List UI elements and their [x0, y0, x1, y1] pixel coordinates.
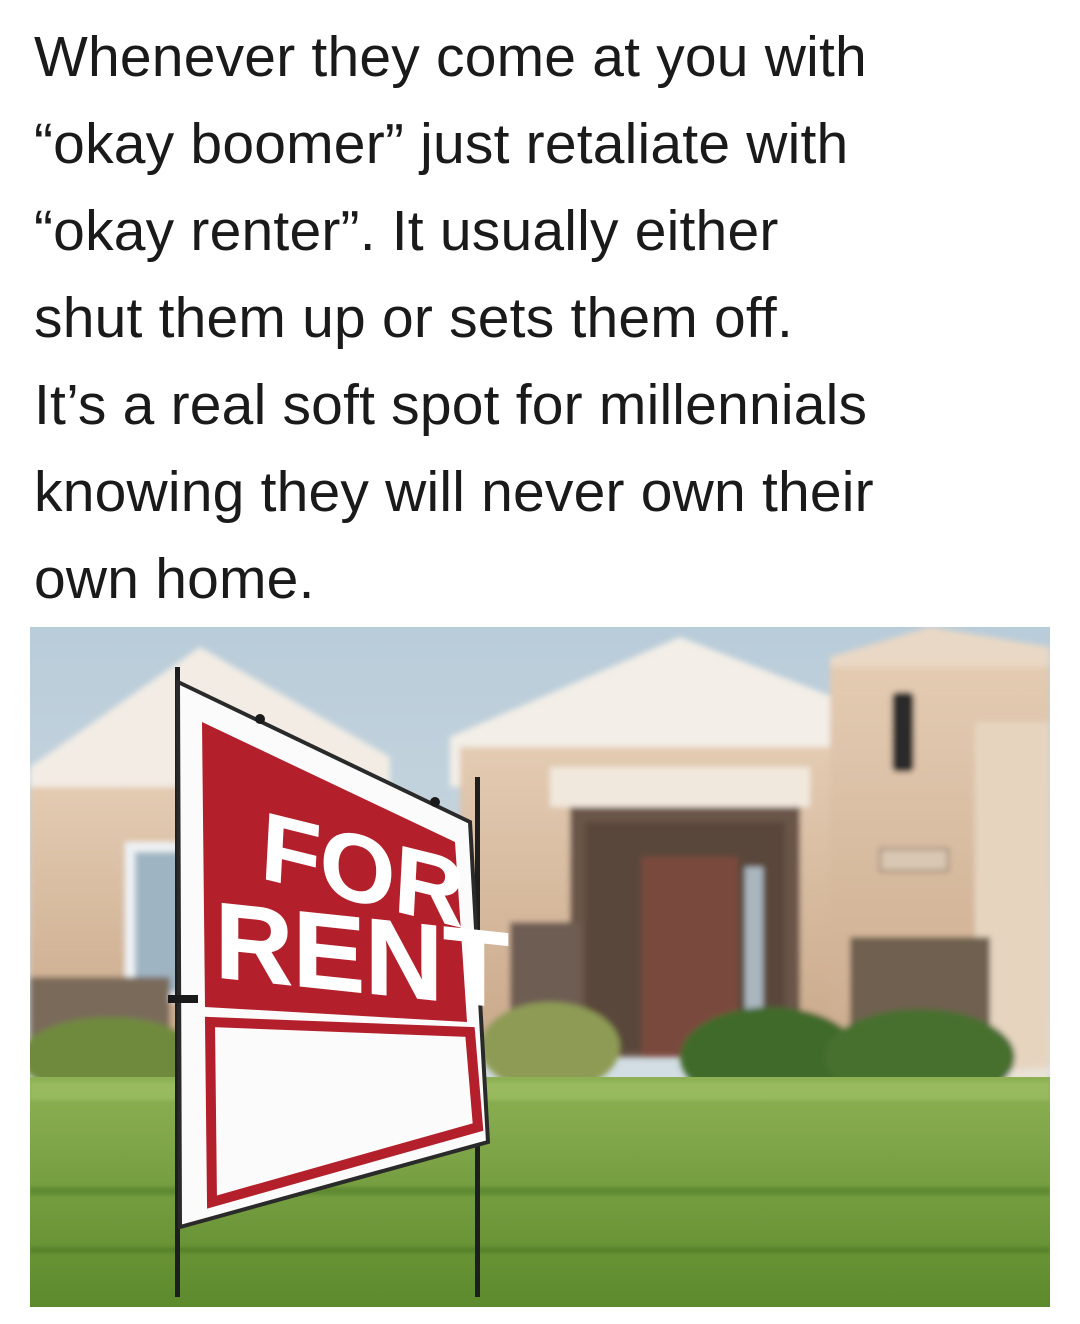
caption-line-6: knowing they will never own their [34, 460, 874, 524]
caption-line-3: “okay renter”. It usually either [34, 199, 779, 263]
caption-line-7: own home. [34, 547, 315, 611]
caption-text: Whenever they come at you with “okay boo… [34, 14, 1064, 623]
for-rent-photo: FOR RENT [30, 627, 1050, 1307]
caption-line-4: shut them up or sets them off. [34, 286, 793, 350]
house-scene: FOR RENT [30, 627, 1050, 1307]
caption-line-2: “okay boomer” just retaliate with [34, 112, 849, 176]
caption-line-1: Whenever they come at you with [34, 25, 867, 89]
caption-line-5: It’s a real soft spot for millennials [34, 373, 868, 437]
